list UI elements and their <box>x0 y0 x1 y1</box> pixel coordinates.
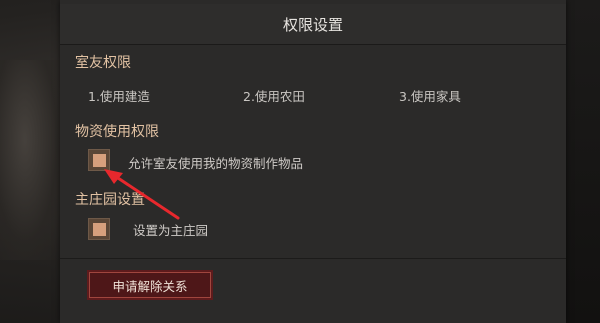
dialog-title-bar: 权限设置 <box>60 4 566 45</box>
game-screen: 权限设置 室友权限 1.使用建造 2.使用农田 3.使用家具 物资使用权限 允许… <box>0 0 600 323</box>
background-edge <box>566 0 600 323</box>
dissolve-relationship-button[interactable]: 申请解除关系 <box>87 270 213 300</box>
materials-permissions-title: 物资使用权限 <box>75 124 159 140</box>
set-main-estate-label: 设置为主庄园 <box>133 223 209 238</box>
background-character <box>0 60 62 260</box>
section-divider <box>60 258 566 259</box>
permission-use-building: 1.使用建造 <box>88 89 150 104</box>
roommate-permissions-title: 室友权限 <box>75 55 131 71</box>
checkbox-checked-mark <box>92 222 106 236</box>
dialog-title: 权限设置 <box>282 15 343 34</box>
dissolve-relationship-label: 申请解除关系 <box>89 272 211 298</box>
permission-use-farmland: 2.使用农田 <box>243 89 305 104</box>
permission-use-furniture: 3.使用家具 <box>399 89 461 104</box>
checkbox-checked-mark <box>92 153 106 167</box>
allow-materials-checkbox[interactable] <box>88 149 110 171</box>
allow-materials-label: 允许室友使用我的物资制作物品 <box>128 156 304 171</box>
estate-settings-title: 主庄园设置 <box>75 192 145 208</box>
set-main-estate-checkbox[interactable] <box>88 218 110 240</box>
permission-settings-dialog: 权限设置 室友权限 1.使用建造 2.使用农田 3.使用家具 物资使用权限 允许… <box>60 0 566 323</box>
